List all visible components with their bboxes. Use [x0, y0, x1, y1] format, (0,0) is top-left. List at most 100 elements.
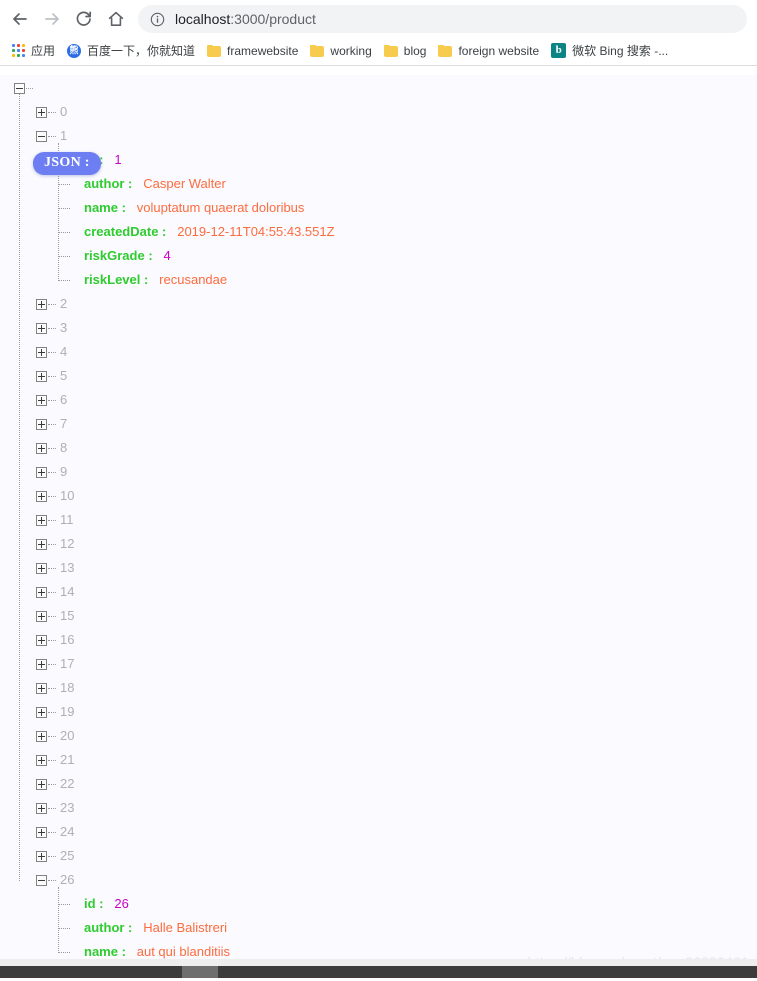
json-node-toggle[interactable] [36, 731, 47, 742]
json-node-index[interactable]: 17 [60, 656, 74, 671]
json-field-value: 1 [114, 152, 122, 167]
back-arrow-icon [13, 13, 27, 25]
json-node-toggle[interactable] [36, 683, 47, 694]
json-node-toggle[interactable] [36, 827, 47, 838]
json-root-label: JSON : [33, 152, 101, 175]
json-viewer-page: JSON : 0 1 id : 1 author : Casper Walter nam… [0, 66, 757, 978]
json-node-toggle[interactable] [36, 299, 47, 310]
info-circle-icon[interactable] [150, 12, 165, 27]
json-node-toggle[interactable] [36, 875, 47, 886]
tree-connector [48, 568, 56, 569]
json-node-toggle[interactable] [36, 131, 47, 142]
bookmark-bing[interactable]: b 微软 Bing 搜索 -... [547, 40, 676, 61]
tree-connector [59, 952, 70, 953]
json-node-index[interactable]: 20 [60, 728, 74, 743]
bookmark-label: 百度一下，你就知道 [87, 44, 196, 58]
json-node-index[interactable]: 9 [60, 464, 67, 479]
horizontal-scrollbar-thumb[interactable] [182, 966, 218, 978]
home-button[interactable] [100, 3, 132, 35]
json-node-index[interactable]: 3 [60, 320, 67, 335]
tree-connector [48, 400, 56, 401]
json-node-index[interactable]: 11 [60, 512, 74, 527]
json-node-index[interactable]: 14 [60, 584, 74, 599]
json-field-value: 4 [163, 248, 171, 263]
json-field: riskLevel : recusandae [84, 272, 227, 287]
folder-icon [383, 44, 398, 57]
json-node-index[interactable]: 15 [60, 608, 74, 623]
json-node-toggle[interactable] [36, 635, 47, 646]
json-node-index[interactable]: 0 [60, 104, 67, 119]
json-node-toggle[interactable] [36, 707, 47, 718]
forward-button[interactable] [36, 3, 68, 35]
json-node-toggle[interactable] [36, 491, 47, 502]
json-field: riskGrade : 4 [84, 248, 171, 263]
horizontal-scrollbar[interactable] [0, 966, 757, 978]
json-node-toggle[interactable] [36, 347, 47, 358]
json-node-index[interactable]: 25 [60, 848, 74, 863]
json-node-toggle[interactable] [36, 371, 47, 382]
json-node-index[interactable]: 12 [60, 536, 74, 551]
json-node-toggle[interactable] [36, 755, 47, 766]
bookmark-baidu[interactable]: 熊 百度一下，你就知道 [63, 40, 203, 61]
address-bar[interactable]: localhost:3000/product [138, 5, 747, 33]
tree-connector [26, 88, 33, 89]
tree-connector [48, 112, 56, 113]
json-field-value: voluptatum quaerat doloribus [136, 200, 305, 215]
json-node-toggle[interactable] [36, 587, 47, 598]
json-node-index[interactable]: 21 [60, 752, 74, 767]
tree-connector [48, 616, 56, 617]
json-node-index[interactable]: 24 [60, 824, 74, 839]
json-node-index[interactable]: 19 [60, 704, 74, 719]
json-node-index[interactable]: 18 [60, 680, 74, 695]
json-node-index[interactable]: 8 [60, 440, 67, 455]
json-field-value: Casper Walter [143, 176, 226, 191]
bookmark-apps[interactable]: 应用 [8, 40, 63, 61]
folder-icon [207, 44, 222, 57]
bookmark-label: 应用 [31, 44, 56, 58]
json-field-value: 2019-12-11T04:55:43.551Z [177, 224, 335, 239]
back-button[interactable] [4, 3, 36, 35]
json-node-index[interactable]: 13 [60, 560, 74, 575]
json-node-toggle[interactable] [36, 851, 47, 862]
json-field-value: recusandae [159, 272, 228, 287]
bookmark-foreign-website[interactable]: foreign website [434, 42, 547, 60]
tree-connector [59, 256, 70, 257]
json-node-toggle[interactable] [36, 419, 47, 430]
json-node-index[interactable]: 4 [60, 344, 67, 359]
json-node-index[interactable]: 6 [60, 392, 67, 407]
json-node-index[interactable]: 16 [60, 632, 74, 647]
json-node-toggle[interactable] [36, 323, 47, 334]
tree-connector [48, 544, 56, 545]
json-node-index[interactable]: 22 [60, 776, 74, 791]
json-node-index[interactable]: 5 [60, 368, 67, 383]
json-field: name : voluptatum quaerat doloribus [84, 200, 304, 215]
json-node-toggle[interactable] [36, 659, 47, 670]
json-node-index[interactable]: 26 [60, 872, 74, 887]
tree-connector [19, 94, 20, 881]
bookmark-blog[interactable]: blog [380, 42, 435, 60]
json-node-index[interactable]: 2 [60, 296, 67, 311]
tree-connector [48, 592, 56, 593]
bookmark-working[interactable]: working [306, 42, 379, 60]
bookmark-framewebsite[interactable]: framewebsite [203, 42, 306, 60]
json-node-index[interactable]: 1 [60, 128, 67, 143]
json-node-toggle[interactable] [36, 803, 47, 814]
reload-button[interactable] [68, 3, 100, 35]
json-node-index[interactable]: 7 [60, 416, 67, 431]
json-root-toggle[interactable] [14, 83, 25, 94]
json-node-toggle[interactable] [36, 107, 47, 118]
reload-icon [76, 11, 92, 26]
tree-connector [48, 808, 56, 809]
tree-connector [48, 376, 56, 377]
json-node-toggle[interactable] [36, 395, 47, 406]
json-node-toggle[interactable] [36, 779, 47, 790]
json-node-toggle[interactable] [36, 563, 47, 574]
json-node-toggle[interactable] [36, 539, 47, 550]
json-node-toggle[interactable] [36, 443, 47, 454]
json-node-toggle[interactable] [36, 467, 47, 478]
tree-connector [48, 352, 56, 353]
json-node-toggle[interactable] [36, 611, 47, 622]
json-node-toggle[interactable] [36, 515, 47, 526]
json-node-index[interactable]: 10 [60, 488, 74, 503]
json-node-index[interactable]: 23 [60, 800, 74, 815]
